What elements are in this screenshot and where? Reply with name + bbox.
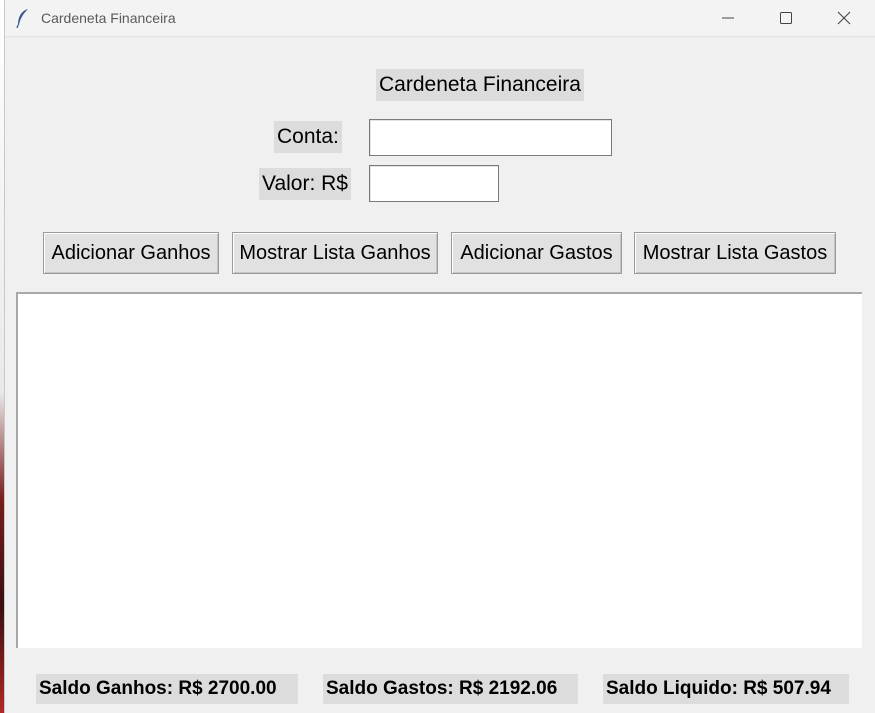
valor-input[interactable] <box>369 165 499 202</box>
transactions-listbox[interactable] <box>16 292 862 648</box>
show-income-list-button[interactable]: Mostrar Lista Ganhos <box>232 232 438 274</box>
conta-input[interactable] <box>369 119 612 156</box>
conta-label: Conta: <box>274 121 342 153</box>
feather-icon <box>16 9 28 28</box>
minimize-button[interactable] <box>699 0 757 36</box>
close-button[interactable] <box>815 0 873 36</box>
income-balance-label: Saldo Ganhos: R$ 2700.00 <box>36 674 298 704</box>
maximize-button[interactable] <box>757 0 815 36</box>
window-title: Cardeneta Financeira <box>41 10 176 26</box>
valor-label: Valor: R$ <box>259 168 351 200</box>
app-window: Cardeneta Financeira Cardeneta Financeir… <box>5 0 875 713</box>
show-expense-list-button[interactable]: Mostrar Lista Gastos <box>634 232 836 274</box>
close-icon <box>837 11 851 25</box>
add-income-button[interactable]: Adicionar Ganhos <box>43 232 219 274</box>
expense-balance-label: Saldo Gastos: R$ 2192.06 <box>323 674 578 704</box>
add-expense-button[interactable]: Adicionar Gastos <box>451 232 622 274</box>
net-balance-label: Saldo Liquido: R$ 507.94 <box>603 674 849 704</box>
title-bar[interactable]: Cardeneta Financeira <box>5 0 875 37</box>
minimize-icon <box>722 17 734 19</box>
maximize-icon <box>780 12 792 24</box>
page-title: Cardeneta Financeira <box>376 69 584 101</box>
